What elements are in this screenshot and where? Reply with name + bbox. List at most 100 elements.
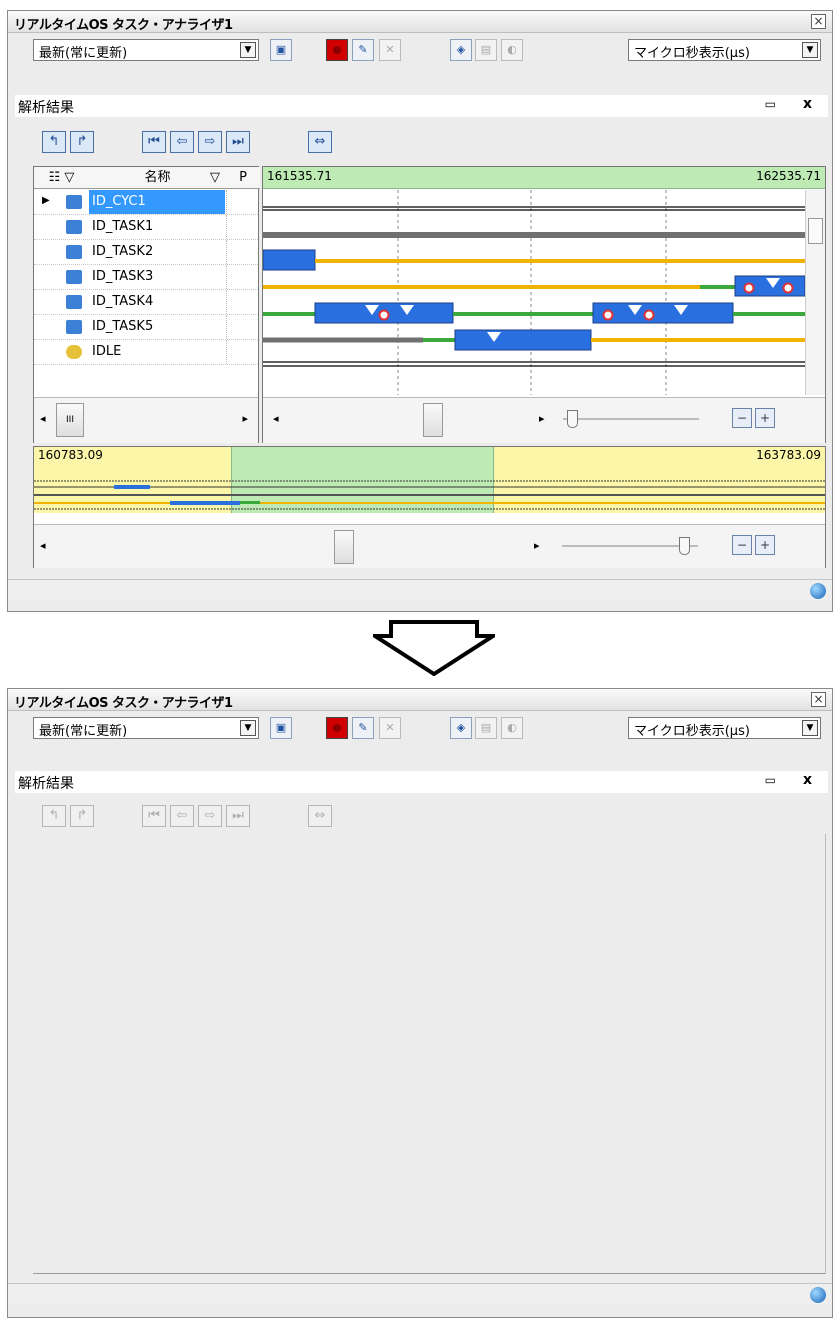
- update-mode-select[interactable]: 最新(常に更新) ▼: [33, 717, 259, 739]
- prev-icon[interactable]: ⇦: [170, 805, 194, 827]
- status-bar: [8, 579, 832, 601]
- forward-history-icon[interactable]: ↱: [70, 805, 94, 827]
- clear-icon[interactable]: ✕: [379, 39, 401, 61]
- save-icon[interactable]: ▣: [270, 39, 292, 61]
- zoom-in-icon[interactable]: +: [755, 535, 775, 555]
- zoom-slider[interactable]: [563, 410, 699, 428]
- task-row-id-cyc1[interactable]: ▶ ID_CYC1: [34, 190, 258, 215]
- scroll-left-icon[interactable]: ◂: [40, 539, 46, 552]
- task-icon: [66, 320, 82, 334]
- forward-history-icon[interactable]: ↱: [70, 131, 94, 153]
- overview-start-label: 160783.09: [38, 448, 103, 462]
- record-icon[interactable]: [326, 39, 348, 61]
- update-mode-value: 最新(常に更新): [39, 724, 128, 739]
- task-row-id-task1[interactable]: ID_TASK1: [34, 215, 258, 240]
- sync-icon[interactable]: ⇔: [308, 805, 332, 827]
- zoom-out-icon[interactable]: −: [732, 535, 752, 555]
- close-icon[interactable]: ×: [811, 692, 826, 707]
- task-row-idle[interactable]: IDLE: [34, 340, 258, 365]
- settings-icon[interactable]: ◈: [450, 717, 472, 739]
- name-header-label: 名称: [144, 170, 171, 185]
- zoom-in-icon[interactable]: +: [755, 408, 775, 428]
- time-unit-select[interactable]: マイクロ秒表示(μs) ▼: [628, 717, 821, 739]
- probe-icon[interactable]: ✎: [352, 717, 374, 739]
- vscroll-thumb[interactable]: [808, 218, 823, 244]
- scrollbar-thumb[interactable]: III: [56, 403, 84, 437]
- task-priority: [226, 340, 256, 364]
- last-icon[interactable]: ⏭: [226, 131, 250, 153]
- sync-icon[interactable]: ⇔: [308, 131, 332, 153]
- idle-icon: [66, 345, 82, 359]
- task-row-id-task5[interactable]: ID_TASK5: [34, 315, 258, 340]
- overview-end-label: 163783.09: [756, 448, 821, 462]
- minimize-icon[interactable]: ▭: [765, 773, 776, 787]
- chevron-down-icon[interactable]: ▼: [240, 720, 256, 736]
- task-row-id-task2[interactable]: ID_TASK2: [34, 240, 258, 265]
- current-row-icon: ▶: [42, 195, 50, 206]
- task-icon: [66, 245, 82, 259]
- zoom-out-icon[interactable]: −: [732, 408, 752, 428]
- scrollbar-thumb[interactable]: [334, 530, 354, 564]
- scroll-right-icon[interactable]: ▸: [539, 412, 545, 425]
- next-icon[interactable]: ⇨: [198, 805, 222, 827]
- scroll-left-icon[interactable]: ◂: [273, 412, 279, 425]
- analysis-panel-header: 解析結果 ▭ x: [15, 771, 828, 793]
- task-priority: [226, 240, 256, 264]
- connection-status-icon: [810, 1287, 826, 1303]
- zoom-slider-handle[interactable]: [679, 537, 690, 555]
- next-icon[interactable]: ⇨: [198, 131, 222, 153]
- scrollbar-thumb[interactable]: [423, 403, 443, 437]
- task-row-id-task3[interactable]: ID_TASK3: [34, 265, 258, 290]
- panel-title: 解析結果: [18, 776, 74, 792]
- back-history-icon[interactable]: ↰: [42, 805, 66, 827]
- save-icon[interactable]: ▣: [270, 717, 292, 739]
- document-icon[interactable]: ▤: [475, 717, 497, 739]
- export-icon[interactable]: ◐: [501, 39, 523, 61]
- clear-icon[interactable]: ✕: [379, 717, 401, 739]
- chart-hscrollbar[interactable]: ◂ ▸ − +: [263, 397, 825, 443]
- task-timeline-chart[interactable]: 161535.71 162535.71 ◂ ▸ − +: [262, 166, 826, 443]
- column-header-p[interactable]: P: [226, 167, 260, 189]
- task-row-id-task4[interactable]: ID_TASK4: [34, 290, 258, 315]
- task-name: ID_TASK1: [92, 219, 154, 234]
- time-unit-select[interactable]: マイクロ秒表示(μs) ▼: [628, 39, 821, 61]
- scroll-left-icon[interactable]: ◂: [40, 412, 46, 425]
- panel-title: 解析結果: [18, 100, 74, 116]
- status-bar: [8, 1283, 832, 1305]
- column-header-type[interactable]: ☷ ▽: [34, 167, 89, 189]
- first-icon[interactable]: ⏮: [142, 131, 166, 153]
- record-icon[interactable]: [326, 717, 348, 739]
- close-icon[interactable]: ×: [811, 14, 826, 29]
- task-icon: [66, 220, 82, 234]
- panel-close-icon[interactable]: x: [803, 96, 812, 112]
- chart-vscrollbar[interactable]: [805, 190, 825, 395]
- probe-icon[interactable]: ✎: [352, 39, 374, 61]
- settings-icon[interactable]: ◈: [450, 39, 472, 61]
- prev-icon[interactable]: ⇦: [170, 131, 194, 153]
- task-priority: [226, 290, 256, 314]
- document-icon[interactable]: ▤: [475, 39, 497, 61]
- chevron-down-icon[interactable]: ▼: [240, 42, 256, 58]
- panel-close-icon[interactable]: x: [803, 772, 812, 788]
- chevron-down-icon[interactable]: ▼: [802, 42, 818, 58]
- timeline-plot: [263, 190, 805, 395]
- update-mode-select[interactable]: 最新(常に更新) ▼: [33, 39, 259, 61]
- minimize-icon[interactable]: ▭: [765, 97, 776, 111]
- back-history-icon[interactable]: ↰: [42, 131, 66, 153]
- list-hscrollbar[interactable]: ◂ III ▸: [34, 397, 258, 443]
- first-icon[interactable]: ⏮: [142, 805, 166, 827]
- task-name: IDLE: [92, 344, 122, 359]
- overview-zoom-slider[interactable]: [562, 537, 698, 555]
- overview-hscrollbar[interactable]: ◂ ▸ − +: [34, 524, 825, 568]
- task-name: ID_CYC1: [89, 190, 225, 214]
- column-header-name[interactable]: 名称 ▽: [89, 167, 226, 189]
- chevron-down-icon[interactable]: ▼: [802, 720, 818, 736]
- scroll-right-icon[interactable]: ▸: [242, 412, 248, 425]
- time-ruler: 161535.71 162535.71: [263, 167, 825, 189]
- last-icon[interactable]: ⏭: [226, 805, 250, 827]
- export-icon[interactable]: ◐: [501, 717, 523, 739]
- overview-timeline[interactable]: 160783.09 163783.09 ◂ ▸ − +: [33, 446, 826, 568]
- analysis-panel-header: 解析結果 ▭ x: [15, 95, 828, 117]
- scroll-right-icon[interactable]: ▸: [534, 539, 540, 552]
- zoom-slider-handle[interactable]: [567, 410, 578, 428]
